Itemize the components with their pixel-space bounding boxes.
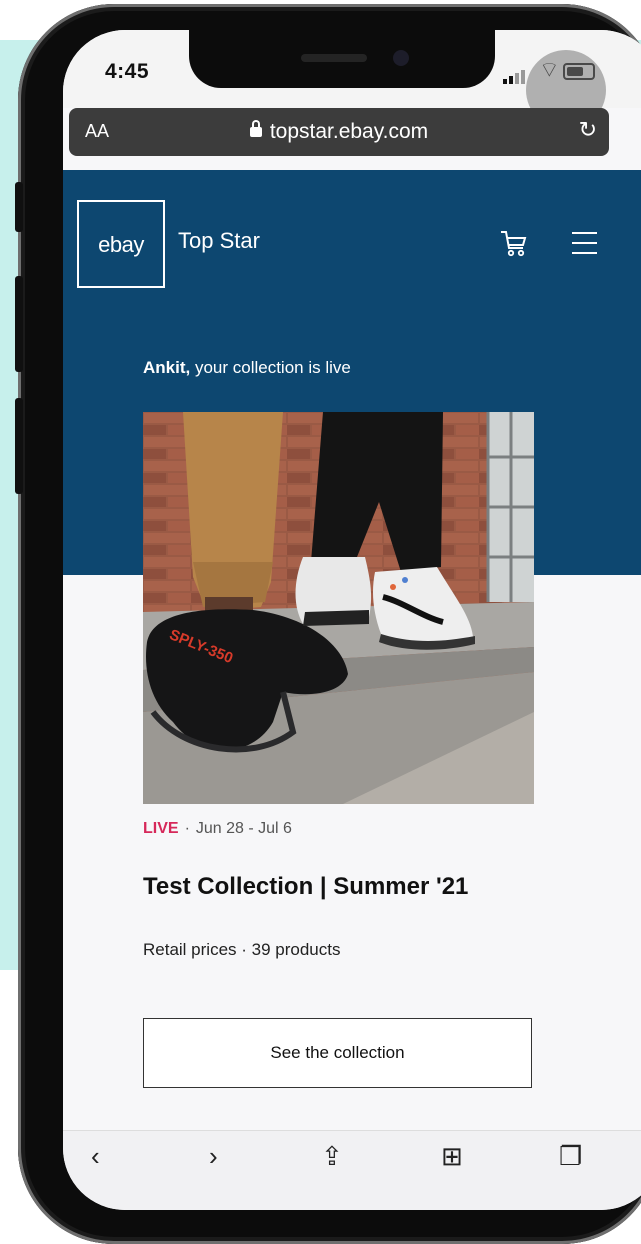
status-time: 4:45 xyxy=(105,60,150,83)
silent-switch xyxy=(15,182,23,232)
forward-icon[interactable]: › xyxy=(209,1141,218,1172)
store-name[interactable]: Top Star xyxy=(178,228,260,254)
phone-screen: 4:45 ⌔ AA topstar.ebay.com ↻ ebay Top St… xyxy=(63,30,641,1210)
see-collection-button[interactable]: See the collection xyxy=(143,1018,532,1088)
volume-down-button xyxy=(15,398,23,494)
speaker xyxy=(301,54,367,62)
browser-toolbar: ‹ › ⇪ ⊞ ❐ xyxy=(63,1130,641,1210)
notch xyxy=(189,30,495,88)
share-icon[interactable]: ⇪ xyxy=(321,1141,343,1172)
collection-meta: Retail prices · 39 products xyxy=(143,940,341,959)
ebay-logo[interactable]: ebay xyxy=(77,200,165,288)
date-range: Jun 28 - Jul 6 xyxy=(195,820,292,837)
separator-dot: · xyxy=(184,820,190,837)
lock-icon xyxy=(249,120,262,137)
logo-text: ebay xyxy=(98,232,144,257)
tabs-icon[interactable]: ❐ xyxy=(559,1141,582,1172)
volume-up-button xyxy=(15,276,23,372)
greeting: Ankit, your collection is live xyxy=(143,358,351,378)
cart-icon[interactable] xyxy=(499,228,527,263)
url-field[interactable]: topstar.ebay.com xyxy=(69,120,609,144)
hamburger-menu-icon[interactable] xyxy=(572,232,597,262)
url-text: topstar.ebay.com xyxy=(269,120,429,143)
bookmarks-icon[interactable]: ⊞ xyxy=(441,1141,463,1172)
camera xyxy=(393,50,409,66)
greeting-text: your collection is live xyxy=(190,358,351,377)
status-row: LIVE · Jun 28 - Jul 6 xyxy=(143,820,292,838)
reload-icon[interactable]: ↻ xyxy=(579,117,597,143)
collection-image[interactable]: SPLY-350 xyxy=(143,412,534,804)
collection-title: Test Collection | Summer '21 xyxy=(143,873,469,900)
greeting-name: Ankit, xyxy=(143,358,191,377)
live-badge: LIVE xyxy=(143,820,179,837)
address-bar[interactable]: AA topstar.ebay.com ↻ xyxy=(69,108,609,156)
signal-icon xyxy=(503,66,527,84)
back-icon[interactable]: ‹ xyxy=(91,1141,100,1172)
status-bar: 4:45 ⌔ xyxy=(63,30,641,130)
